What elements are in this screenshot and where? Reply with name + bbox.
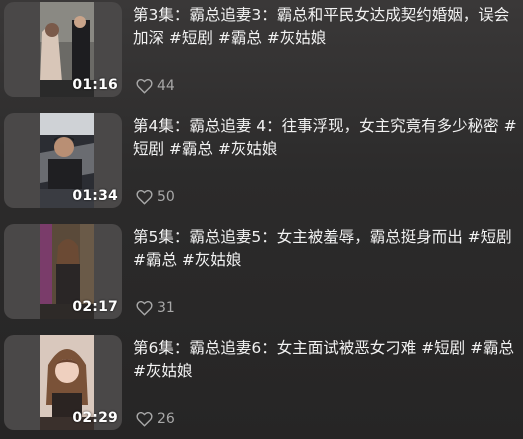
episode-item-5[interactable]: 02:17 第5集：霸总追妻5：女主被羞辱，霸总挺身而出 #短剧 #霸总 #灰姑…	[0, 222, 523, 322]
video-duration: 02:29	[72, 410, 118, 426]
heart-icon	[136, 411, 153, 427]
video-duration: 02:17	[72, 299, 118, 315]
video-duration: 01:34	[72, 188, 118, 204]
like-stat[interactable]: 44	[136, 76, 175, 96]
heart-icon	[136, 189, 153, 205]
heart-icon	[136, 78, 153, 94]
episode-title[interactable]: 第6集：霸总追妻6：女主面试被恶女刁难 #短剧 #霸总 #灰姑娘	[133, 337, 518, 383]
video-thumbnail[interactable]: 01:34	[4, 113, 122, 208]
episode-list: 01:16 第3集：霸总追妻3：霸总和平民女达成契约婚姻，误会加深 #短剧 #霸…	[0, 0, 523, 439]
like-count: 44	[157, 78, 175, 94]
like-count: 31	[157, 300, 175, 316]
episode-title[interactable]: 第5集：霸总追妻5：女主被羞辱，霸总挺身而出 #短剧 #霸总 #灰姑娘	[133, 226, 518, 272]
video-thumbnail[interactable]: 01:16	[4, 2, 122, 97]
like-stat[interactable]: 31	[136, 298, 175, 318]
video-thumbnail[interactable]: 02:29	[4, 335, 122, 430]
like-count: 26	[157, 411, 175, 427]
episode-item-4[interactable]: 01:34 第4集：霸总追妻 4：往事浮现，女主究竟有多少秘密 #短剧 #霸总 …	[0, 111, 523, 211]
episode-title[interactable]: 第4集：霸总追妻 4：往事浮现，女主究竟有多少秘密 #短剧 #霸总 #灰姑娘	[133, 115, 518, 161]
like-stat[interactable]: 50	[136, 187, 175, 207]
video-duration: 01:16	[72, 77, 118, 93]
episode-item-6[interactable]: 02:29 第6集：霸总追妻6：女主面试被恶女刁难 #短剧 #霸总 #灰姑娘 2…	[0, 333, 523, 433]
video-thumbnail[interactable]: 02:17	[4, 224, 122, 319]
episode-title[interactable]: 第3集：霸总追妻3：霸总和平民女达成契约婚姻，误会加深 #短剧 #霸总 #灰姑娘	[133, 4, 518, 50]
like-count: 50	[157, 189, 175, 205]
like-stat[interactable]: 26	[136, 409, 175, 429]
heart-icon	[136, 300, 153, 316]
episode-item-3[interactable]: 01:16 第3集：霸总追妻3：霸总和平民女达成契约婚姻，误会加深 #短剧 #霸…	[0, 0, 523, 100]
